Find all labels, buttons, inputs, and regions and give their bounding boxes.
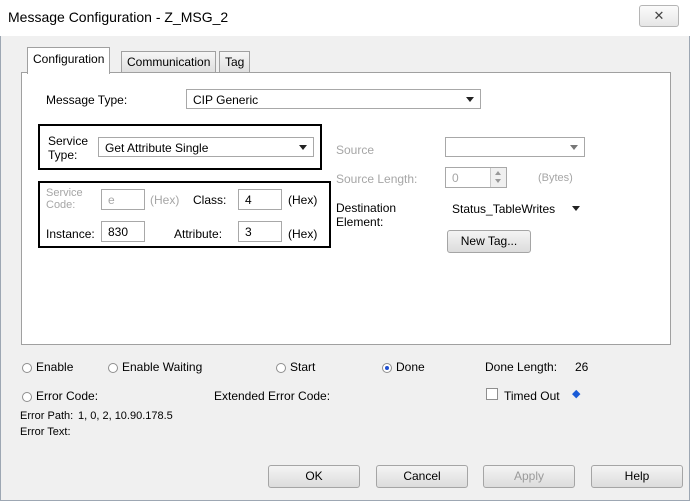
destination-value: Status_TableWrites <box>452 202 556 216</box>
service-type-label-1: Service <box>48 134 89 148</box>
tab-tag[interactable]: Tag <box>219 51 251 73</box>
extended-error-code-label: Extended Error Code: <box>214 389 331 403</box>
done-length-label: Done Length: <box>485 360 558 374</box>
new-tag-button[interactable]: New Tag... <box>447 230 531 253</box>
enable-label: Enable <box>36 360 74 374</box>
source-label: Source <box>336 143 375 157</box>
error-text-label: Error Text: <box>20 426 71 438</box>
service-type-select[interactable]: Get Attribute Single <box>98 137 314 157</box>
close-icon: ✕ <box>653 8 665 23</box>
source-length-input[interactable]: 0 <box>445 167 507 188</box>
class-label: Class: <box>193 193 227 207</box>
attribute-label: Attribute: <box>174 227 223 241</box>
start-label: Start <box>290 360 316 374</box>
service-type-label-2: Type: <box>48 148 78 162</box>
attribute-hex-label: (Hex) <box>288 227 318 241</box>
attribute-input[interactable]: 3 <box>238 221 282 242</box>
class-hex-label: (Hex) <box>288 193 318 207</box>
error-code-label: Error Code: <box>36 389 99 403</box>
done-length-value: 26 <box>575 360 589 374</box>
timed-out-checkbox <box>486 388 498 400</box>
error-path-label: Error Path: <box>20 410 74 422</box>
help-button[interactable]: Help <box>591 465 683 488</box>
cancel-button[interactable]: Cancel <box>376 465 468 488</box>
destination-label-2: Element: <box>336 215 384 229</box>
start-radio <box>276 363 286 373</box>
error-code-radio <box>22 392 32 402</box>
timed-out-label: Timed Out <box>504 389 560 403</box>
instance-input[interactable]: 830 <box>101 221 145 242</box>
class-input[interactable]: 4 <box>238 189 282 210</box>
message-type-select[interactable]: CIP Generic <box>186 89 481 109</box>
error-path-value: 1, 0, 2, 10.90.178.5 <box>78 410 173 422</box>
chevron-down-icon <box>299 145 307 150</box>
enable-waiting-label: Enable Waiting <box>122 360 203 374</box>
instance-value: 830 <box>108 225 129 239</box>
instance-label: Instance: <box>46 227 95 241</box>
tab-communication[interactable]: Communication <box>121 51 217 73</box>
destination-select[interactable]: Status_TableWrites <box>445 198 585 218</box>
done-radio <box>382 363 392 373</box>
chevron-down-icon <box>572 206 580 211</box>
pointer-arrow-icon: ◆ <box>572 388 581 400</box>
service-code-value: e <box>108 193 115 207</box>
source-select[interactable] <box>445 137 585 157</box>
enable-radio <box>22 363 32 373</box>
ok-button[interactable]: OK <box>268 465 360 488</box>
message-type-label: Message Type: <box>46 93 128 107</box>
bytes-label: (Bytes) <box>538 172 573 184</box>
window-title: Message Configuration - Z_MSG_2 <box>8 9 229 25</box>
spinner-arrows-icon[interactable] <box>490 168 506 187</box>
service-code-hex-label: (Hex) <box>150 193 180 207</box>
source-length-label: Source Length: <box>336 172 418 186</box>
chevron-down-icon <box>570 145 578 150</box>
service-type-value: Get Attribute Single <box>105 141 209 155</box>
attribute-value: 3 <box>245 225 252 239</box>
close-button[interactable]: ✕ <box>639 5 679 27</box>
message-type-value: CIP Generic <box>193 93 259 107</box>
tab-configuration[interactable]: Configuration <box>27 47 111 74</box>
destination-label-1: Destination <box>336 201 397 215</box>
enable-waiting-radio <box>108 363 118 373</box>
service-code-input[interactable]: e <box>101 189 145 210</box>
apply-button[interactable]: Apply <box>483 465 575 488</box>
source-length-value: 0 <box>452 171 459 185</box>
service-code-label-1: Service <box>46 187 83 199</box>
done-label: Done <box>396 360 425 374</box>
service-code-label-2: Code: <box>46 199 76 211</box>
chevron-down-icon <box>466 97 474 102</box>
class-value: 4 <box>245 193 252 207</box>
